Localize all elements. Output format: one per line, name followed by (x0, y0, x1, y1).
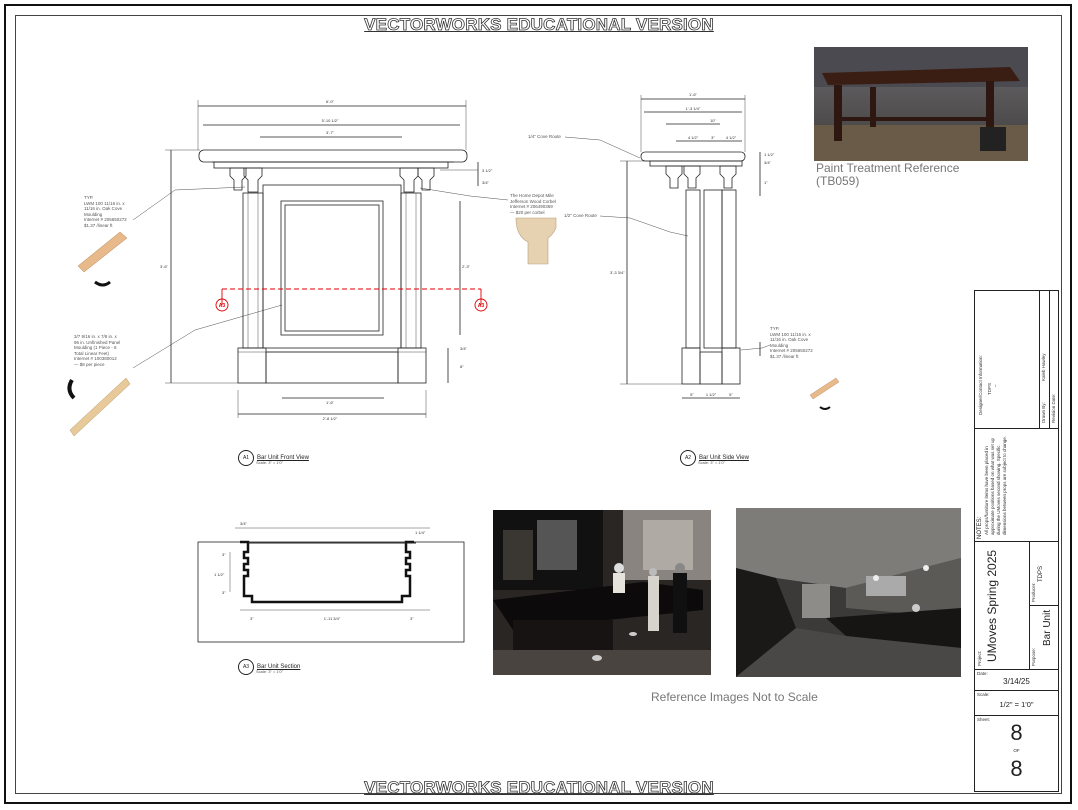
svg-text:3/4": 3/4" (240, 521, 248, 526)
paint-reference-photo (814, 47, 1028, 161)
svg-text:5": 5" (729, 392, 733, 397)
section-view-label: A3 Bar Unit Section Scale: 3" = 1'0" (238, 659, 300, 675)
title-block-notes: NOTES: All props/furniture items have be… (975, 428, 1058, 541)
svg-text:3": 3" (410, 616, 414, 621)
svg-text:3": 3" (250, 616, 254, 621)
drawn-by-label: Drawn By: (1041, 402, 1046, 423)
scale-value: 1/2" = 1'0" (999, 700, 1034, 709)
svg-text:3/4": 3/4" (482, 180, 490, 185)
date-label: Date: (977, 671, 988, 676)
notes-text: All props/furniture items have been plac… (984, 435, 1007, 535)
view-scale: Scale: 3" = 1'0" (256, 460, 284, 465)
section-view-drawing (197, 527, 465, 643)
view-bubble: A3 (238, 659, 254, 675)
svg-text:3/4": 3/4" (764, 160, 772, 165)
svg-text:1 1/2": 1 1/2" (214, 572, 225, 577)
svg-text:1'-6": 1'-6" (326, 400, 335, 405)
note-cove-route-quarter: 1/4" Cove Route (528, 134, 561, 139)
date-value: 3/14/25 (1003, 677, 1030, 686)
svg-text:4 1/2": 4 1/2" (726, 135, 737, 140)
drawing-sheet: VECTORWORKS EDUCATIONAL VERSION VECTORWO… (0, 0, 1078, 810)
moulding-samples (67, 217, 840, 437)
svg-text:1'-3 1/4": 1'-3 1/4" (686, 106, 701, 111)
revision-date-label: Revision Date: (1051, 393, 1056, 423)
project-value: UMoves Spring 2025 (985, 549, 999, 662)
svg-text:2'-8 1/2": 2'-8 1/2" (323, 416, 338, 421)
title-block-date: Date: 3/14/25 (975, 669, 1058, 690)
purpose-label: Purpose: (1031, 647, 1036, 666)
project-label: Project: (977, 650, 982, 666)
note-panel-moulding: 3/7 9/16 in. x 7/8 in. x 96 in. Unfinishe… (74, 334, 121, 367)
view-scale: Scale: 3" = 1'0" (698, 460, 726, 465)
paint-reference-caption: Paint Treatment Reference (816, 161, 960, 175)
sheet-number: 8 (1010, 720, 1023, 745)
sheet-total: 8 (1010, 756, 1023, 781)
saloon-bar-photo-2 (736, 508, 961, 677)
side-view-label: A2 Bar Unit Side View Scale: 3" = 1'0" (680, 450, 749, 466)
producer-label: Producer: (1031, 582, 1036, 602)
front-view-drawing (132, 100, 509, 418)
reference-images-caption: Reference Images Not to Scale (651, 690, 818, 704)
svg-text:10": 10" (710, 118, 716, 123)
svg-text:5'-10 1/2": 5'-10 1/2" (322, 118, 339, 123)
section-mark-right: A3 (478, 303, 485, 309)
svg-text:5": 5" (690, 392, 694, 397)
title-block: Designer/Contact Information: TDPS – Dra… (974, 290, 1059, 792)
svg-text:1 1/4": 1 1/4" (415, 530, 426, 535)
title-block-designer: Designer/Contact Information: TDPS – Dra… (975, 291, 1058, 428)
designer-label: Designer/Contact Information: (978, 355, 983, 415)
svg-text:1 1/2": 1 1/2" (706, 392, 717, 397)
svg-text:1'-11 3/4": 1'-11 3/4" (324, 616, 341, 621)
svg-text:1'-6": 1'-6" (689, 92, 698, 97)
saloon-bar-photo-1 (493, 510, 711, 675)
svg-text:3": 3" (711, 135, 715, 140)
section-mark-left: A3 (219, 303, 226, 309)
svg-text:3'-3 3/4": 3'-3 3/4" (610, 270, 625, 275)
view-scale: Scale: 3" = 1'0" (256, 669, 284, 674)
svg-text:1 1/2": 1 1/2" (764, 152, 775, 157)
svg-text:4 1/2": 4 1/2" (688, 135, 699, 140)
svg-text:3": 3" (222, 590, 226, 595)
paint-reference-id: (TB059) (816, 174, 860, 188)
note-side-crown-moulding: TYP. LWM 100 11/16 in. x 11/16 in. Oak Cov… (770, 326, 813, 359)
svg-text:1": 1" (764, 180, 768, 185)
svg-text:2'-3": 2'-3" (462, 264, 471, 269)
scale-label: Scale: (977, 692, 990, 697)
svg-text:3'-6": 3'-6" (160, 264, 169, 269)
note-crown-moulding: TYP. LWM 100 11/16 in. x 11/16 in. Oak Cov… (84, 195, 127, 228)
side-view-drawing (564, 95, 771, 399)
designer-dash: – (993, 384, 998, 387)
drawn-by-value: Kaleb Hawley (1041, 353, 1046, 381)
title-block-sheet: Sheet: 8 OF 8 (975, 715, 1058, 791)
svg-text:3": 3" (222, 552, 226, 557)
designer-value: TDPS (987, 382, 992, 395)
svg-text:3 1/2": 3 1/2" (482, 168, 493, 173)
svg-text:3/4": 3/4" (460, 346, 468, 351)
front-view-label: A1 Bar Unit Front View Scale: 3" = 1'0" (238, 450, 309, 466)
view-bubble: A2 (680, 450, 696, 466)
note-cove-route-half: 1/2" Cove Route (564, 213, 597, 218)
producer-value: TDPS (1038, 565, 1044, 582)
sheet-of: OF (1013, 748, 1020, 753)
purpose-value: Bar Unit (1042, 609, 1053, 646)
title-block-scale: Scale: 1/2" = 1'0" (975, 690, 1058, 715)
notes-label: NOTES: (977, 516, 983, 539)
svg-text:3'-7": 3'-7" (326, 130, 335, 135)
svg-text:8": 8" (460, 364, 464, 369)
svg-text:6'-0": 6'-0" (326, 99, 335, 104)
view-bubble: A1 (238, 450, 254, 466)
note-corbel: The Home Depot Mile Jefferson Wood Corbel… (510, 193, 556, 215)
title-block-project: Project: UMoves Spring 2025 Producer: TD… (975, 541, 1058, 669)
